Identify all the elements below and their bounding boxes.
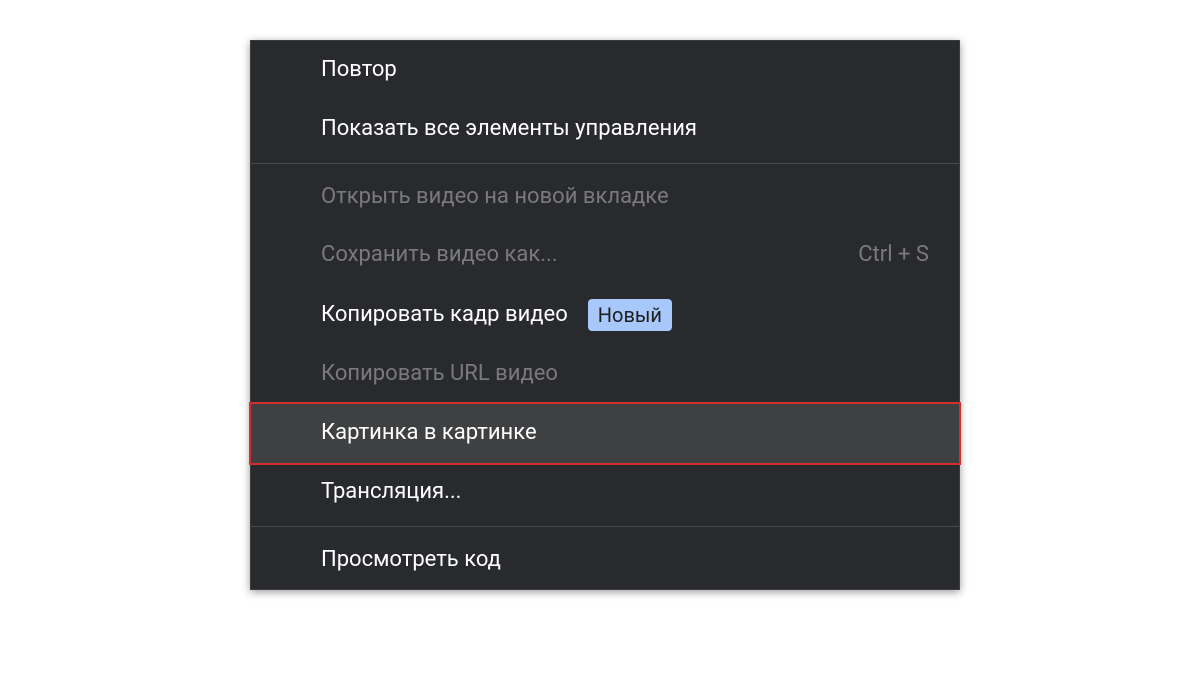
menu-item-label: Повтор [321, 55, 397, 86]
menu-item-repeat[interactable]: Повтор [251, 41, 959, 100]
menu-item-label: Показать все элементы управления [321, 114, 697, 145]
menu-item-open-video-new-tab: Открыть видео на новой вкладке [251, 168, 959, 227]
menu-item-cast[interactable]: Трансляция... [251, 463, 959, 522]
menu-item-label: Трансляция... [321, 477, 462, 508]
menu-item-label: Открыть видео на новой вкладке [321, 182, 669, 213]
menu-item-save-video-as: Сохранить видео как... Ctrl + S [251, 226, 959, 285]
menu-item-label: Сохранить видео как... [321, 240, 558, 271]
menu-item-label: Копировать URL видео [321, 359, 558, 390]
menu-item-show-all-controls[interactable]: Показать все элементы управления [251, 100, 959, 159]
menu-item-shortcut: Ctrl + S [858, 240, 929, 271]
video-context-menu: Повтор Показать все элементы управления … [250, 40, 960, 590]
menu-item-label: Просмотреть код [321, 545, 501, 576]
menu-separator [251, 526, 959, 527]
new-badge: Новый [588, 299, 672, 331]
menu-item-picture-in-picture[interactable]: Картинка в картинке [249, 402, 961, 465]
menu-item-label: Копировать кадр видео [321, 300, 568, 331]
menu-item-label-wrap: Копировать кадр видео Новый [321, 299, 672, 331]
menu-item-copy-video-frame[interactable]: Копировать кадр видео Новый [251, 285, 959, 345]
menu-item-copy-video-url: Копировать URL видео [251, 345, 959, 404]
menu-item-inspect[interactable]: Просмотреть код [251, 531, 959, 590]
menu-item-label: Картинка в картинке [321, 418, 537, 449]
menu-separator [251, 163, 959, 164]
